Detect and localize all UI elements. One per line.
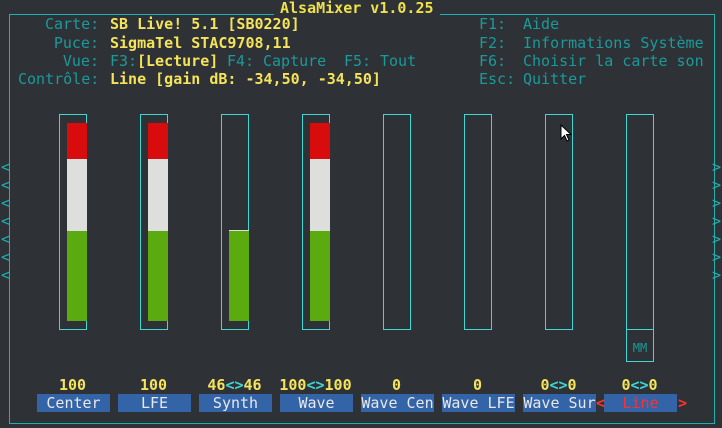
volume-value: 0<>0 [599,376,680,394]
volume-fill [310,231,330,321]
right-value: 46 [243,376,262,394]
control-name-wave-lfe[interactable]: Wave LFE [442,394,515,412]
scroll-right-icon[interactable]: > [712,266,721,284]
control-label: Contrôle: [18,70,100,88]
card-label: Carte: [45,15,100,33]
stereo-arrows-icon: <> [225,376,244,394]
right-value: 100 [324,376,352,394]
stereo-arrows-icon: <> [549,376,568,394]
f5-key: F5: [344,52,372,70]
control-value: Line [gain dB: -34,50, -34,50] [110,70,381,88]
scroll-left-icon[interactable]: < [1,158,10,176]
scroll-left-icon[interactable]: < [1,266,10,284]
control-name-line[interactable]: Line [604,394,677,412]
key-f6: F6: [479,52,507,70]
volume-fill [229,231,249,321]
view-all[interactable]: Tout [380,52,416,70]
stereo-arrows-icon: <> [630,376,649,394]
volume-value: 46<>46 [194,376,275,394]
action-help[interactable]: Aide [523,15,559,33]
left-value: 46 [207,376,226,394]
control-name-wave-sur[interactable]: Wave Sur [523,394,596,412]
action-quit[interactable]: Quitter [523,70,586,88]
volume-fill [148,123,168,159]
right-value: 0 [567,376,577,394]
volume-bar[interactable] [221,114,249,330]
volume-bar[interactable] [140,114,168,330]
volume-fill [67,123,87,159]
action-system-info[interactable]: Informations Système [523,34,704,52]
volume-fill [310,123,330,159]
f3-key: F3: [110,52,138,70]
control-name-center[interactable]: Center [37,394,110,412]
volume-value: 100 [58,376,87,394]
volume-bar[interactable] [59,114,87,330]
volume-bar[interactable] [383,114,411,330]
view-playback[interactable]: [Lecture] [137,52,218,70]
control-name-wave[interactable]: Wave [280,394,353,412]
volume-fill [67,231,87,321]
scroll-right-icon[interactable]: > [712,212,721,230]
left-value: 100 [279,376,307,394]
volume-fill [310,159,330,231]
scroll-right-icon[interactable]: > [712,176,721,194]
view-capture[interactable]: Capture [263,52,326,70]
mouse-cursor-icon [560,124,573,142]
volume-fill [229,229,249,231]
stereo-arrows-icon: <> [306,376,325,394]
action-select-card[interactable]: Choisir la carte son [523,52,704,70]
key-f2: F2: [479,34,507,52]
volume-fill [67,159,87,231]
scroll-left-icon[interactable]: < [1,248,10,266]
scroll-left-icon[interactable]: < [1,176,10,194]
volume-fill [148,159,168,231]
key-f1: F1: [479,15,507,33]
volume-value: 0 [391,376,402,394]
alsamixer-terminal: AlsaMixer v1.0.25 Carte: SB Live! 5.1 [S… [0,0,722,428]
volume-value: 0 [472,376,483,394]
app-title: AlsaMixer v1.0.25 [274,0,440,16]
volume-value: 100 [139,376,168,394]
volume-bar[interactable] [626,114,654,330]
key-esc: Esc: [479,70,516,88]
control-name-lfe[interactable]: LFE [118,394,191,412]
volume-bar[interactable] [464,114,492,330]
selected-left-arrow-icon: < [596,394,606,412]
mute-indicator[interactable]: MM [626,330,654,362]
volume-bar[interactable] [302,114,330,330]
right-value: 0 [648,376,658,394]
volume-fill [148,231,168,321]
view-label: Vue: [62,52,99,70]
volume-bar[interactable] [545,114,573,330]
volume-value: 0<>0 [518,376,599,394]
card-value: SB Live! 5.1 [SB0220] [110,15,300,33]
f4-key: F4: [227,52,255,70]
scroll-right-icon[interactable]: > [712,194,721,212]
scroll-right-icon[interactable]: > [712,248,721,266]
scroll-right-icon[interactable]: > [712,230,721,248]
chip-value: SigmaTel STAC9708,11 [110,34,291,52]
scroll-right-icon[interactable]: > [712,158,721,176]
volume-value: 100<>100 [275,376,356,394]
control-name-wave-cen[interactable]: Wave Cen [361,394,434,412]
control-name-synth[interactable]: Synth [199,394,272,412]
scroll-left-icon[interactable]: < [1,230,10,248]
scroll-left-icon[interactable]: < [1,212,10,230]
selected-right-arrow-icon: > [678,394,688,412]
chip-label: Puce: [53,34,99,52]
scroll-left-icon[interactable]: < [1,194,10,212]
